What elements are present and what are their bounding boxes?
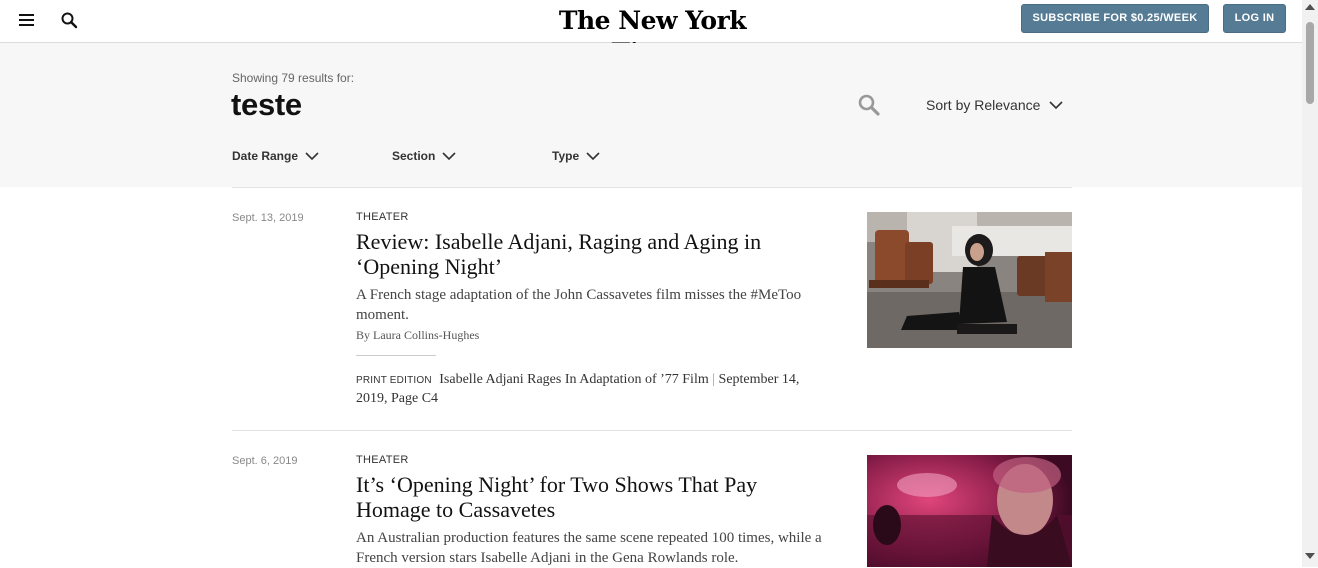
subscribe-button[interactable]: SUBSCRIBE FOR $0.25/WEEK (1021, 4, 1209, 33)
chevron-down-icon (1049, 100, 1063, 109)
filter-label: Section (392, 149, 436, 163)
login-button[interactable]: LOG IN (1223, 4, 1286, 33)
print-title: Isabelle Adjani Rages In Adaptation of ’… (439, 372, 709, 387)
top-navigation-bar: The New York Times SUBSCRIBE FOR $0.25/W… (0, 0, 1302, 67)
filter-label: Type (552, 149, 580, 163)
sort-label: Sort by Relevance (926, 97, 1041, 113)
result-thumbnail[interactable] (867, 212, 1072, 348)
result-byline: By Laura Collins-Hughes (356, 328, 480, 342)
scroll-down-arrow-icon[interactable] (1305, 553, 1315, 559)
divider (356, 355, 436, 356)
divider (232, 187, 1072, 188)
separator: | (712, 372, 716, 387)
result-section[interactable]: THEATER (356, 211, 409, 223)
filter-section[interactable]: Section (392, 149, 456, 163)
chevron-down-icon (305, 151, 319, 160)
sort-dropdown[interactable]: Sort by Relevance (926, 97, 1063, 113)
result-headline[interactable]: It’s ‘Opening Night’ for Two Shows That … (356, 472, 826, 522)
result-summary: An Australian production features the sa… (356, 530, 822, 566)
result-date: Sept. 6, 2019 (232, 455, 298, 467)
chevron-down-icon (442, 151, 456, 160)
filter-date-range[interactable]: Date Range (232, 149, 319, 163)
print-edition-info: PRINT EDITION Isabelle Adjani Rages In A… (356, 371, 826, 408)
chevron-down-icon (586, 151, 600, 160)
filter-label: Date Range (232, 149, 299, 163)
search-query[interactable]: teste (231, 87, 302, 123)
hamburger-menu-icon[interactable] (17, 11, 39, 31)
divider (232, 430, 1072, 431)
result-date: Sept. 13, 2019 (232, 212, 304, 224)
search-icon[interactable] (59, 10, 81, 32)
result-section[interactable]: THEATER (356, 454, 409, 466)
search-icon[interactable] (857, 93, 881, 117)
scrollbar-thumb[interactable] (1306, 22, 1314, 104)
search-header: Showing 79 results for: teste Sort by Re… (0, 43, 1302, 187)
print-edition-tag: PRINT EDITION (356, 375, 432, 386)
results-count-text: Showing 79 results for: (232, 71, 355, 85)
result-summary: A French stage adaptation of the John Ca… (356, 287, 802, 323)
result-headline[interactable]: Review: Isabelle Adjani, Raging and Agin… (356, 229, 826, 279)
vertical-scrollbar[interactable] (1302, 0, 1318, 567)
filter-type[interactable]: Type (552, 149, 600, 163)
scroll-up-arrow-icon[interactable] (1305, 4, 1315, 10)
result-thumbnail[interactable] (867, 455, 1072, 567)
